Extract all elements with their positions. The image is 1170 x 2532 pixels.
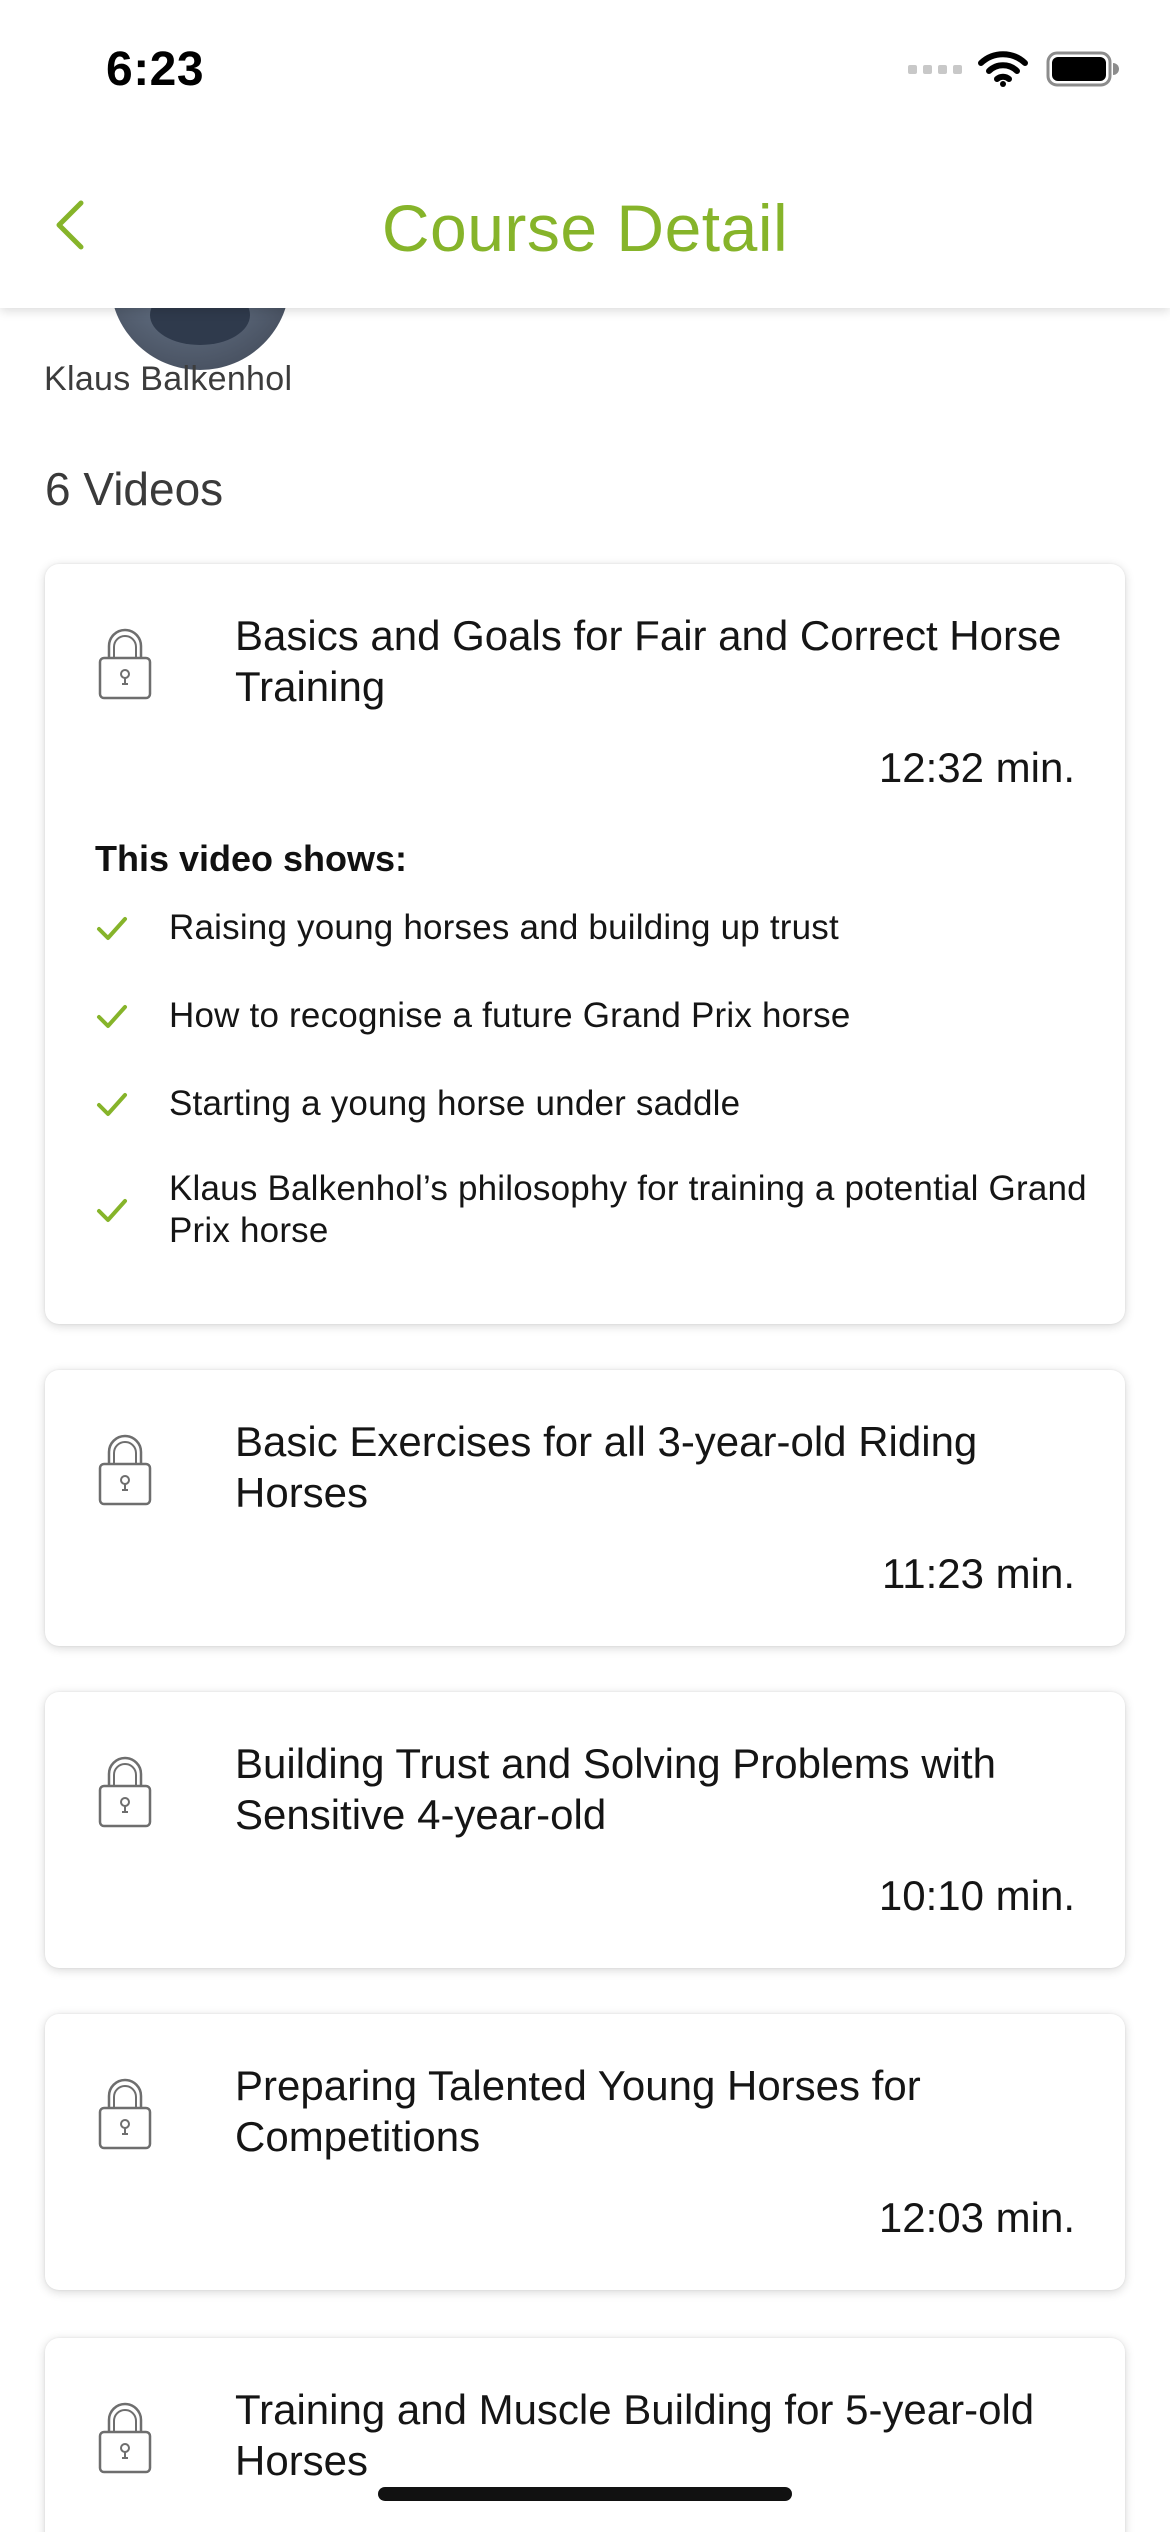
battery-icon [1046,51,1119,87]
video-card[interactable]: Basics and Goals for Fair and Correct Ho… [45,564,1125,1324]
list-item: Starting a young horse under saddle [95,1080,1095,1128]
screen: Klaus Balkenhol 6 Videos Basics and Goal… [0,0,1170,2532]
list-item-text: Raising young horses and building up tru… [169,908,839,947]
video-shows-list: Raising young horses and building up tru… [95,904,1095,1292]
video-duration: 12:03 min. [878,2194,1075,2241]
cellular-signal-icon [908,65,962,74]
video-duration: 12:32 min. [878,744,1075,791]
page-title: Course Detail [381,191,789,265]
status-icons [908,50,1120,88]
video-duration: 11:23 min. [882,1550,1075,1597]
lock-icon [98,2078,152,2150]
list-item-text: Starting a young horse under saddle [169,1084,741,1123]
video-title: Building Trust and Solving Problems with… [235,1740,997,1838]
list-item: Raising young horses and building up tru… [95,904,1095,952]
checkmark-icon [97,1199,127,1222]
list-item-text: Klaus Balkenhol’s philosophy for trainin… [169,1169,1087,1250]
video-card[interactable]: Basic Exercises for all 3-year-old Ridin… [45,1370,1125,1646]
checkmark-icon [97,1005,127,1028]
video-title: Basic Exercises for all 3-year-old Ridin… [235,1418,978,1516]
video-title: Training and Muscle Building for 5-year-… [235,2386,1035,2484]
lock-icon [98,2402,152,2474]
lock-icon [98,1434,152,1506]
lock-icon [98,1756,152,1828]
status-time: 6:23 [106,43,205,96]
list-item: How to recognise a future Grand Prix hor… [95,992,1095,1040]
video-card[interactable]: Training and Muscle Building for 5-year-… [45,2338,1125,2532]
video-title: Preparing Talented Young Horses for Comp… [235,2062,921,2160]
video-shows-heading: This video shows: [95,838,408,879]
video-duration: 10:10 min. [878,1872,1075,1919]
lock-icon [98,628,152,700]
checkmark-icon [97,917,127,940]
list-item: Klaus Balkenhol’s philosophy for trainin… [95,1168,1095,1252]
instructor-name: Klaus Balkenhol [44,360,293,398]
video-card[interactable]: Building Trust and Solving Problems with… [45,1692,1125,1968]
navigation-bar: 6:23 Course Detail [0,0,1170,308]
checkmark-icon [97,1093,127,1116]
video-title: Basics and Goals for Fair and Correct Ho… [235,612,1062,710]
list-item-text: How to recognise a future Grand Prix hor… [169,996,851,1035]
video-count-heading: 6 Videos [45,463,224,515]
home-indicator[interactable] [378,2487,792,2501]
video-card[interactable]: Preparing Talented Young Horses for Comp… [45,2014,1125,2290]
wifi-icon [978,51,1028,87]
